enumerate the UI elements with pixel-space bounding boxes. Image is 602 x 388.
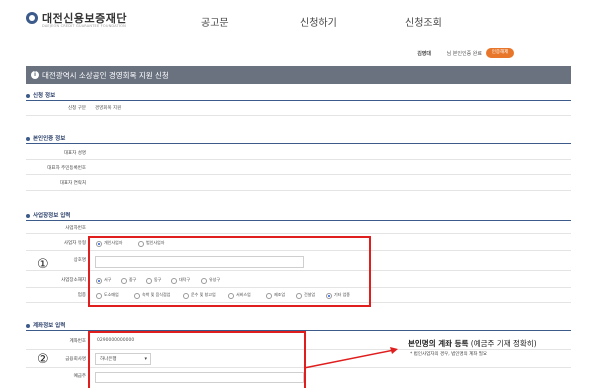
apply-type-value: 경영회복 지원	[95, 106, 122, 111]
nav-notice[interactable]: 공고문	[201, 14, 229, 29]
bullet-icon	[26, 93, 30, 98]
highlight-box-business	[88, 236, 371, 307]
divider	[26, 220, 571, 221]
field-label-rep-rrn: 대표자 주민등록번호	[47, 166, 86, 171]
nav-inquiry[interactable]: 신청조회	[405, 14, 442, 29]
divider	[26, 159, 571, 160]
section-title-account: 계좌정보 입력	[26, 321, 65, 329]
divider	[26, 115, 571, 116]
user-status-bar: 김영대 님 본인인증 완료 인증해제	[0, 48, 600, 58]
page-title: 대전광역시 소상공인 경영회복 지원 신청	[42, 71, 169, 80]
field-label-industry: 업종	[77, 293, 86, 298]
nav-apply[interactable]: 신청하기	[300, 14, 337, 29]
account-note-sub: * 법인사업자의 경우, 법인명의 계좌 필요	[410, 352, 488, 357]
bullet-icon	[26, 213, 30, 218]
field-label-account-number: 계좌번호	[69, 339, 86, 344]
section-title-identity: 본인인증 정보	[26, 134, 65, 142]
account-note: 본인명의 계좌 등록 (예금주 기재 정확히)	[408, 339, 537, 348]
marker-two: ②	[37, 352, 49, 367]
field-label-biz-number: 사업자번호	[65, 226, 86, 231]
field-label-bank: 금융회사명	[65, 357, 86, 362]
divider	[26, 174, 571, 175]
divider	[26, 143, 571, 144]
divider	[26, 100, 571, 101]
highlight-box-account	[88, 331, 306, 388]
divider	[26, 233, 571, 234]
annotation-arrow-icon	[303, 347, 398, 369]
bullet-icon	[26, 323, 30, 328]
field-label-location: 사업장소재지	[61, 278, 86, 283]
cancel-auth-button[interactable]: 인증해제	[486, 48, 514, 58]
field-label-account-holder: 예금주	[73, 374, 86, 379]
field-label-rep-phone: 대표자 연락처	[59, 181, 86, 186]
section-title-apply-info: 신청 정보	[26, 91, 55, 99]
logo-subtitle: DAEJEON CREDIT GUARANTEE FOUNDATION	[42, 24, 126, 28]
field-label-rep-name: 대표자 성명	[63, 151, 86, 156]
divider	[26, 190, 571, 191]
page-title-bar: i 대전광역시 소상공인 경영회복 지원 신청	[26, 66, 571, 84]
bullet-icon	[26, 136, 30, 141]
field-label-biz-type: 사업자 유형	[63, 241, 86, 246]
auth-status-text: 님 본인인증 완료	[446, 51, 482, 57]
logo-icon[interactable]	[26, 12, 38, 24]
user-name: 김영대	[417, 51, 431, 57]
info-icon: i	[31, 71, 39, 79]
field-label-apply-type: 신청 구분	[68, 106, 86, 111]
section-title-business: 사업장정보 입력	[26, 211, 70, 219]
field-label-company-name: 상호명	[73, 258, 86, 263]
marker-one: ①	[37, 257, 49, 272]
